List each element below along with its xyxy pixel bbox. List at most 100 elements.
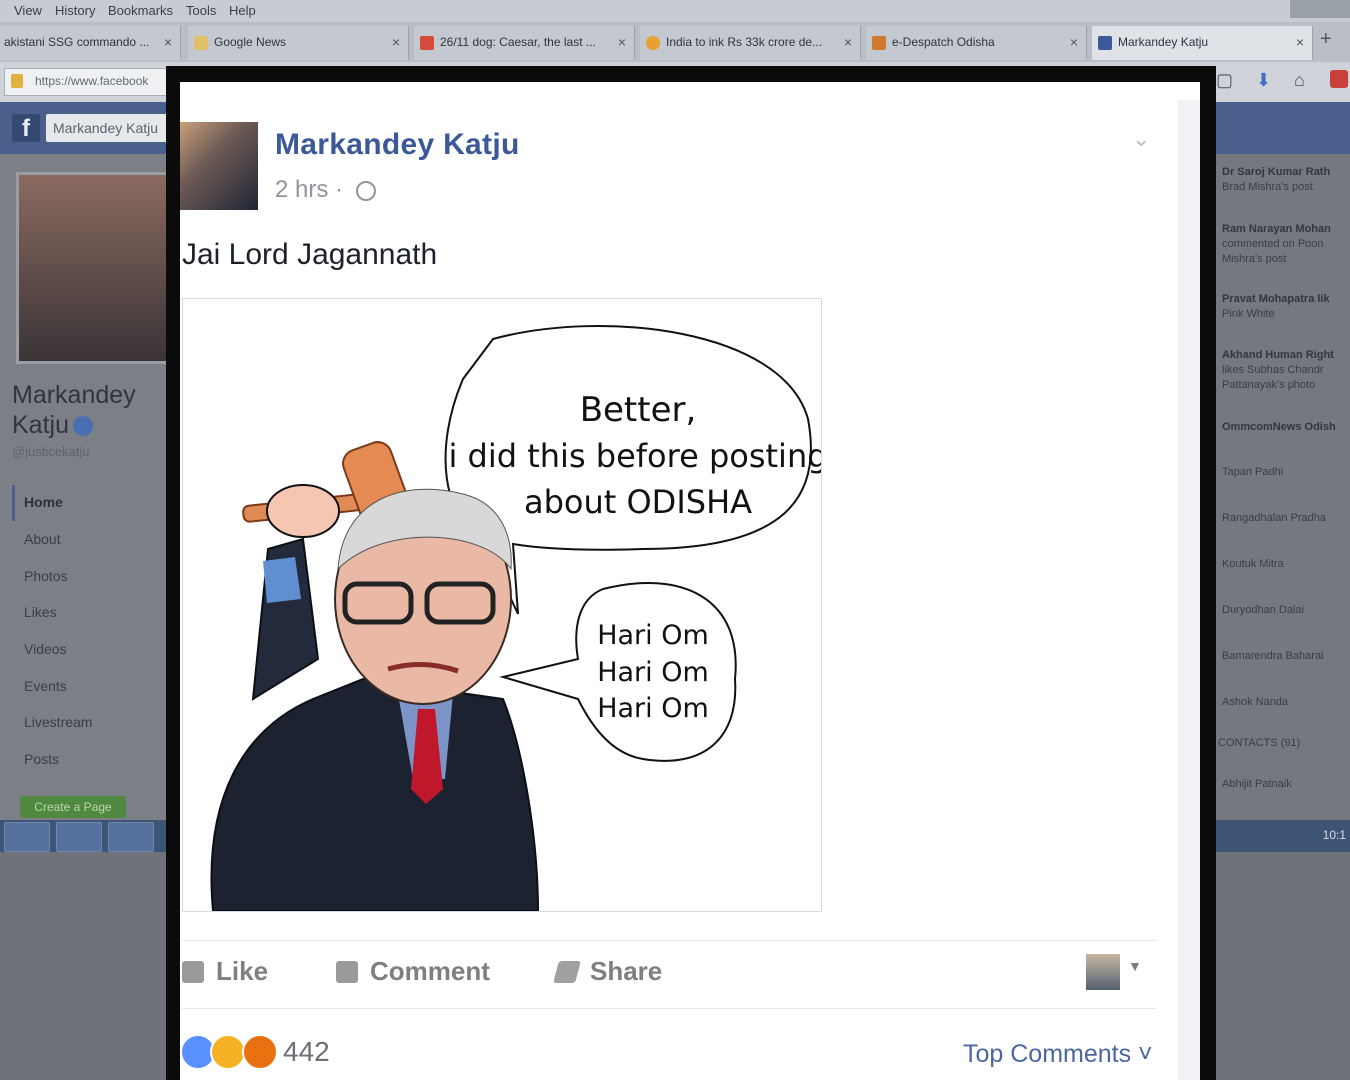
tab-title: Google News [214, 35, 287, 49]
addon-icon[interactable] [1330, 70, 1348, 88]
tab-title: e-Despatch Odisha [892, 35, 995, 49]
menu-bookmarks[interactable]: Bookmarks [108, 3, 173, 18]
chat-contact[interactable]: Ashok Nanda [1222, 695, 1350, 710]
share-button[interactable]: Share [553, 956, 662, 987]
post-timestamp[interactable]: 2 hrs · [275, 176, 376, 204]
chat-contact[interactable]: Rangadhalan Pradha [1222, 511, 1350, 526]
news-site-icon [646, 36, 660, 50]
close-icon[interactable]: × [618, 34, 626, 50]
tab-bar: akistani SSG commando ... × Google News … [0, 22, 1350, 62]
cartoon-cuff [263, 557, 301, 603]
tab-markandey-katju[interactable]: Markandey Katju × [1092, 26, 1313, 60]
cartoon-hand [266, 484, 340, 538]
chat-contact[interactable]: Abhijit Patnaik [1222, 777, 1350, 792]
facebook-icon [1098, 36, 1112, 50]
nav-active-indicator [12, 485, 15, 521]
new-tab-button[interactable]: + [1320, 28, 1332, 51]
nav-about[interactable]: About [24, 531, 61, 547]
reaction-count[interactable]: 442 [283, 1036, 330, 1068]
chevron-down-icon[interactable]: ⌄ [1132, 126, 1150, 152]
ticker-item[interactable]: Pravat Mohapatra lik Pink White [1222, 292, 1350, 322]
home-icon[interactable]: ⌂ [1294, 70, 1312, 90]
profile-picture[interactable] [16, 172, 174, 364]
author-avatar[interactable] [180, 122, 258, 210]
menu-history[interactable]: History [55, 3, 95, 18]
bubble-text: Better, [580, 390, 697, 430]
viewer-avatar[interactable] [1086, 954, 1120, 990]
nav-likes[interactable]: Likes [24, 604, 57, 620]
page-name-line2: Katju [12, 411, 69, 439]
bubble-text: about ODISHA [524, 483, 752, 521]
menu-help[interactable]: Help [229, 3, 256, 18]
taskbar-explorer-icon[interactable] [4, 822, 50, 852]
cartoon-illustration: Better, i did this before posting about … [210, 325, 828, 912]
chevron-down-icon[interactable]: ▼ [1128, 958, 1142, 974]
taskbar-media-icon[interactable] [108, 822, 154, 852]
close-icon[interactable]: × [164, 34, 172, 50]
angry-reaction-icon[interactable] [242, 1034, 278, 1070]
thumbs-up-icon [182, 961, 204, 983]
like-button[interactable]: Like [182, 956, 268, 987]
nav-livestream[interactable]: Livestream [24, 714, 92, 730]
contacts-header: CONTACTS (91) [1218, 737, 1301, 749]
news-site-icon [420, 36, 434, 50]
close-icon[interactable]: × [1070, 34, 1078, 50]
post-author-name[interactable]: Markandey Katju [275, 128, 520, 162]
tab-india-ink[interactable]: India to ink Rs 33k crore de... × [640, 26, 861, 60]
tab-title: akistani SSG commando ... [4, 35, 150, 49]
tab-title: India to ink Rs 33k crore de... [666, 35, 823, 49]
lock-icon [11, 74, 23, 88]
tab-caesar[interactable]: 26/11 dog: Caesar, the last ... × [414, 26, 635, 60]
bubble-text: Hari Om [597, 657, 709, 688]
post-text: Jai Lord Jagannath [182, 238, 438, 271]
page-handle[interactable]: @justicekatju [12, 444, 90, 459]
ticker-item[interactable]: Dr Saroj Kumar Rath Brad Mishra's post [1222, 165, 1350, 195]
window-controls[interactable] [1290, 0, 1350, 18]
nav-videos[interactable]: Videos [24, 641, 67, 657]
google-news-icon [194, 36, 208, 50]
tab-google-news[interactable]: Google News × [188, 26, 409, 60]
chat-contact[interactable]: Tapan Padhi [1222, 465, 1350, 480]
chat-contact[interactable]: OmmcomNews Odish [1222, 420, 1350, 435]
page-title: Markandey Katju [12, 380, 172, 440]
post-image-cartoon[interactable]: Better, i did this before posting about … [182, 298, 828, 912]
divider [182, 1008, 1156, 1009]
chat-contact[interactable]: Bamarendra Baharai [1222, 649, 1350, 664]
divider [182, 940, 1156, 941]
browser-menubar: View History Bookmarks Tools Help [0, 0, 1350, 22]
haha-reaction-icon[interactable] [210, 1034, 246, 1070]
ticker-item[interactable]: Akhand Human Right likes Subhas Chandr Pat… [1222, 348, 1350, 393]
nav-events[interactable]: Events [24, 678, 67, 694]
bubble-text: Hari Om [597, 693, 709, 724]
nav-home[interactable]: Home [24, 494, 63, 510]
nav-posts[interactable]: Posts [24, 751, 59, 767]
menu-view[interactable]: View [14, 3, 42, 18]
ticker-item[interactable]: Ram Narayan Mohan commented on Poon Mishra… [1222, 222, 1350, 267]
tab-ssg[interactable]: akistani SSG commando ... × [0, 26, 181, 60]
tab-title: 26/11 dog: Caesar, the last ... [440, 35, 596, 49]
close-icon[interactable]: × [392, 34, 400, 50]
chat-contact[interactable]: Duryodhan Dalai [1222, 603, 1350, 618]
download-icon[interactable]: ⬇ [1256, 70, 1274, 90]
nav-photos[interactable]: Photos [24, 568, 68, 584]
bubble-text: Hari Om [597, 620, 709, 651]
edespatch-icon [872, 36, 886, 50]
create-page-button[interactable]: Create a Page [20, 796, 126, 818]
comment-icon [336, 961, 358, 983]
tab-edespatch[interactable]: e-Despatch Odisha × [866, 26, 1087, 60]
search-input[interactable]: Markandey Katju [46, 114, 176, 142]
post-card-edge [1178, 100, 1200, 1080]
chat-contact[interactable]: Koutuk Mitra [1222, 557, 1350, 572]
close-icon[interactable]: × [1296, 34, 1304, 50]
top-comments-dropdown[interactable]: Top Comments ˅ [963, 1040, 1153, 1069]
facebook-logo-icon[interactable]: f [12, 114, 40, 142]
pocket-icon[interactable]: ▢ [1216, 70, 1234, 90]
taskbar-browser-icon[interactable] [56, 822, 102, 852]
close-icon[interactable]: × [844, 34, 852, 50]
taskbar-clock: 10:1 [1322, 828, 1346, 842]
globe-icon [355, 180, 376, 201]
comment-button[interactable]: Comment [336, 956, 490, 987]
url-bar[interactable]: https://www.facebook [4, 68, 176, 96]
menu-tools[interactable]: Tools [186, 3, 216, 18]
url-text: https://www.facebook [35, 74, 149, 88]
